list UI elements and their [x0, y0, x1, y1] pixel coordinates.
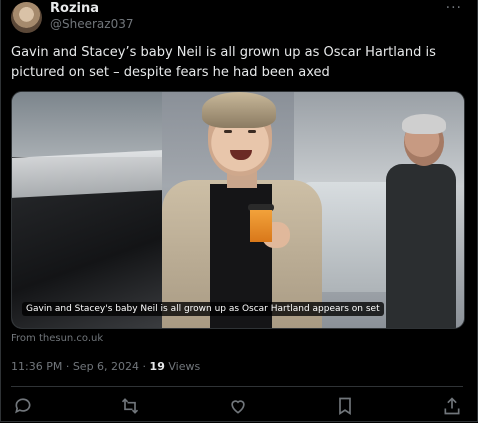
- bookmark-icon[interactable]: [335, 396, 355, 416]
- avatar[interactable]: [11, 2, 42, 33]
- retweet-icon[interactable]: [120, 396, 140, 416]
- user-name[interactable]: Rozina: [50, 1, 99, 16]
- like-icon[interactable]: [228, 396, 248, 416]
- source-link[interactable]: From thesun.co.uk: [11, 333, 103, 344]
- equipment-cover: [12, 150, 162, 198]
- tweet-text: Gavin and Stacey’s baby Neil is all grow…: [11, 45, 436, 80]
- reply-icon[interactable]: [13, 396, 33, 416]
- action-bar: [0, 392, 478, 420]
- tweet-media[interactable]: Gavin and Stacey's baby Neil is all grow…: [11, 91, 465, 329]
- person-eye-right: [248, 130, 256, 133]
- views-label: Views: [168, 360, 201, 373]
- person-eye-left: [224, 130, 232, 133]
- background-person: [386, 112, 456, 328]
- tweet-time[interactable]: 11:36 PM: [11, 360, 62, 373]
- coffee-cup: [248, 204, 274, 242]
- main-person: [162, 92, 322, 328]
- tweet-date[interactable]: Sep 6, 2024: [73, 360, 139, 373]
- tweet-meta: 11:36 PM · Sep 6, 2024 · 19 Views: [11, 360, 200, 373]
- divider: [11, 386, 463, 387]
- user-handle[interactable]: @Sheeraz037: [50, 17, 133, 31]
- meta-separator: ·: [142, 360, 147, 373]
- background-person-hair: [402, 114, 446, 134]
- meta-separator: ·: [65, 360, 70, 373]
- background-person-body: [386, 164, 456, 328]
- person-hair: [202, 92, 276, 128]
- share-icon[interactable]: [442, 396, 462, 416]
- views-count: 19: [149, 360, 165, 373]
- more-options-icon[interactable]: ···: [446, 0, 462, 16]
- media-caption: Gavin and Stacey's baby Neil is all grow…: [22, 302, 384, 316]
- coffee-cup-body: [250, 210, 272, 242]
